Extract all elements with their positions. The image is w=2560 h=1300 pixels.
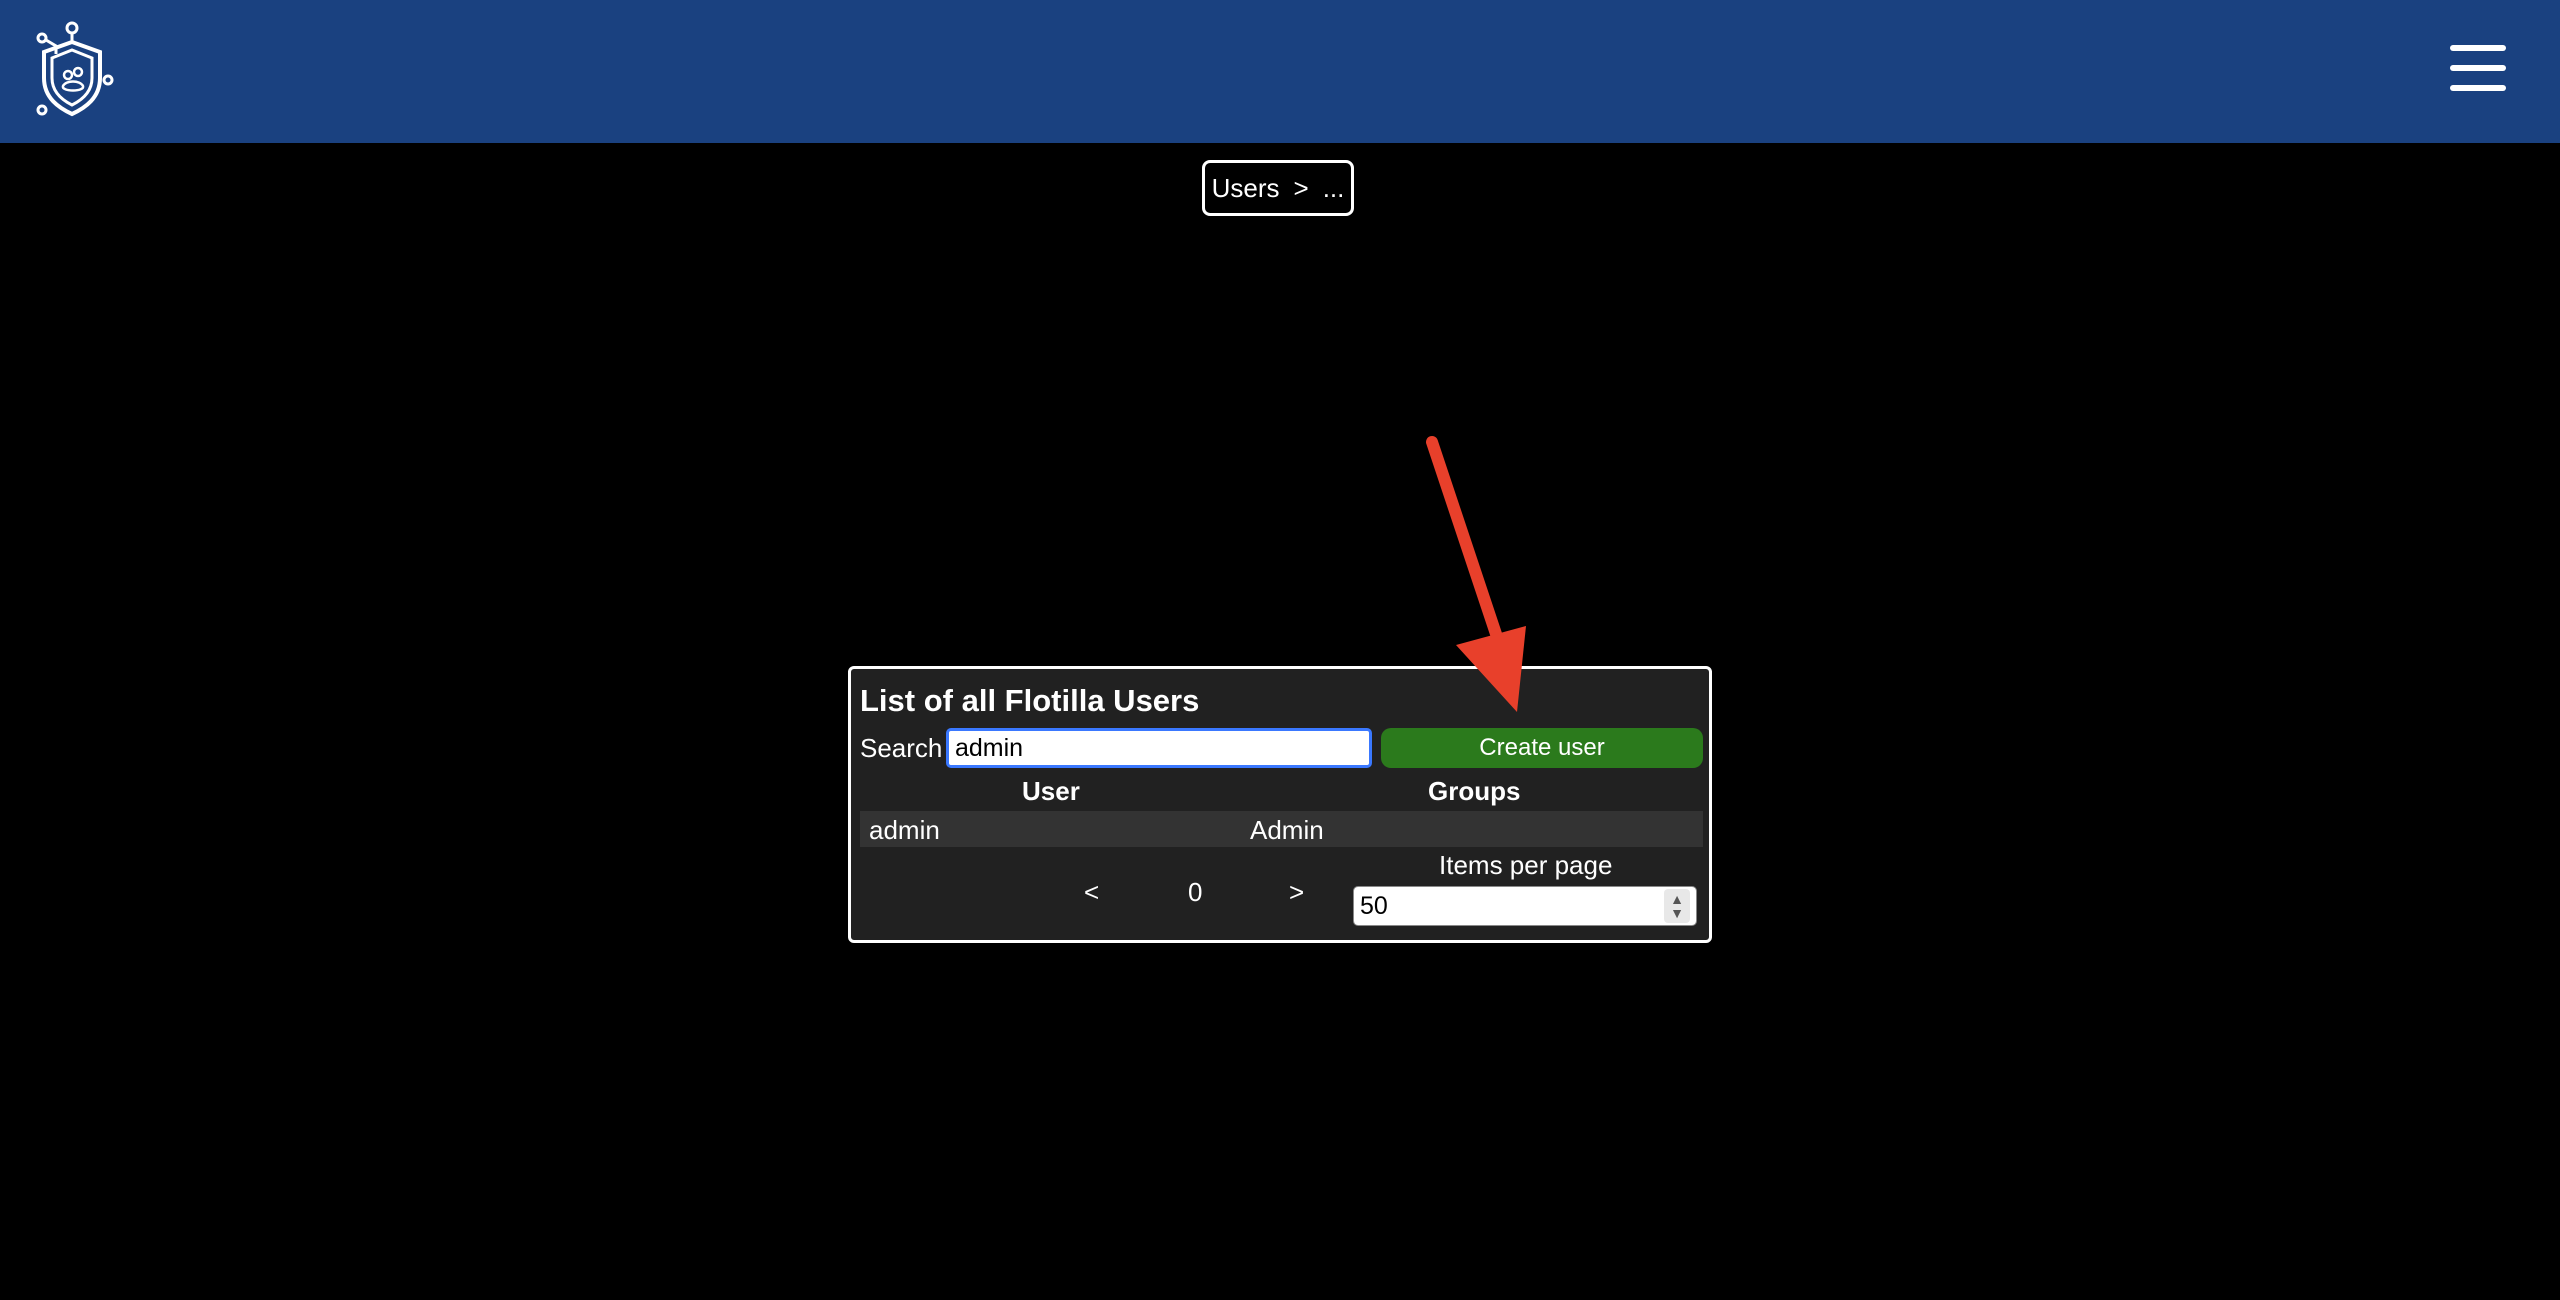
breadcrumb-ellipsis[interactable]: ... [1323, 173, 1345, 204]
column-header-groups: Groups [1428, 776, 1521, 806]
app-header [0, 0, 2560, 143]
column-header-user: User [1022, 776, 1080, 806]
panel-title: List of all Flotilla Users [860, 683, 1200, 718]
hamburger-menu-icon[interactable] [2450, 45, 2510, 95]
table-row[interactable]: admin Admin [860, 811, 1703, 847]
shield-logo-icon[interactable] [30, 20, 115, 120]
annotation-arrow-icon [1426, 436, 1526, 712]
items-per-page-input[interactable]: 50 ▲ ▼ [1353, 886, 1697, 926]
pager-current-page: 0 [1188, 877, 1203, 907]
pager-next-button[interactable]: > [1289, 877, 1304, 908]
breadcrumb-separator: > [1293, 172, 1309, 203]
cell-groups: Admin [1250, 815, 1324, 845]
chevron-down-icon[interactable]: ▼ [1670, 906, 1684, 920]
chevron-up-icon[interactable]: ▲ [1670, 892, 1684, 906]
breadcrumb-users[interactable]: Users [1212, 173, 1280, 204]
breadcrumb: Users > ... [1202, 160, 1354, 216]
cell-user[interactable]: admin [869, 815, 940, 846]
create-user-button[interactable]: Create user [1381, 728, 1703, 768]
users-list-panel: List of all Flotilla Users Search Create… [848, 666, 1712, 943]
search-input[interactable] [946, 728, 1372, 768]
pager-prev-button[interactable]: < [1084, 877, 1099, 908]
items-per-page-label: Items per page [1439, 850, 1613, 880]
number-spinner[interactable]: ▲ ▼ [1664, 889, 1690, 923]
search-label: Search [860, 733, 943, 763]
items-per-page-value[interactable]: 50 [1360, 892, 1664, 921]
